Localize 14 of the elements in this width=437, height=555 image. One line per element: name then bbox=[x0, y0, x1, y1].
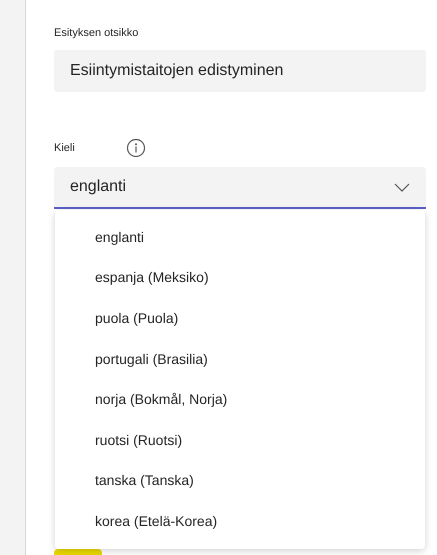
menu-item[interactable]: puola (Puola) bbox=[55, 298, 425, 339]
menu-item[interactable]: portugali (Brasilia) bbox=[55, 338, 425, 380]
menu-item[interactable]: englanti bbox=[55, 217, 425, 258]
chevron-down-icon bbox=[394, 182, 410, 192]
language-dropdown[interactable]: englanti bbox=[54, 167, 426, 209]
field-label: Kieli bbox=[54, 140, 76, 156]
menu-item[interactable]: norja (Bokmål, Norja) bbox=[55, 379, 425, 420]
menu-item[interactable]: espanja (Meksiko) bbox=[55, 258, 425, 298]
field-label: Esityksen otsikko bbox=[54, 26, 140, 41]
title-input[interactable]: Esiintymistaitojen edistyminen bbox=[54, 50, 426, 92]
menu-item[interactable]: ruotsi (Ruotsi) bbox=[55, 420, 425, 461]
menu-item[interactable]: tanska (Tanska) bbox=[55, 460, 425, 502]
info-icon[interactable] bbox=[126, 138, 146, 158]
menu-item[interactable]: korea (Etelä-Korea) bbox=[55, 501, 425, 542]
